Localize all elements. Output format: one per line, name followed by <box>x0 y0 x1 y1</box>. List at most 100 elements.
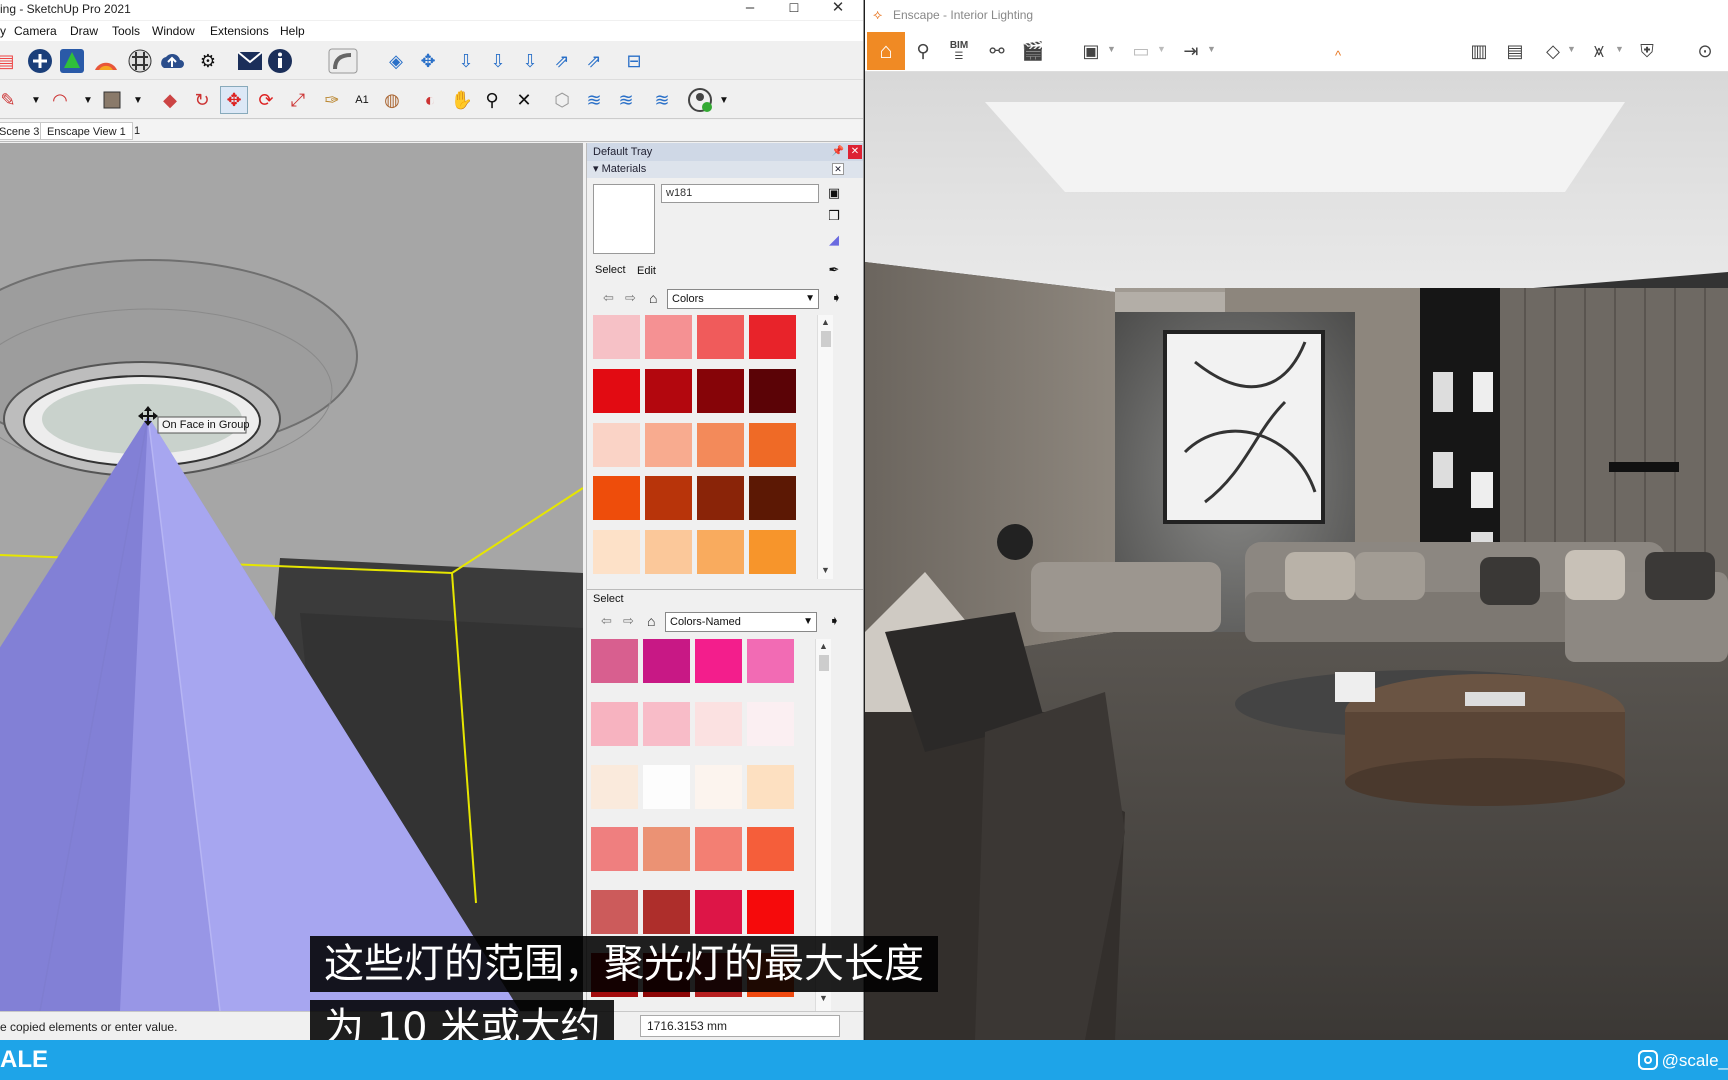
export-dropdown-icon[interactable]: ▼ <box>1207 44 1216 54</box>
export-icon[interactable]: ⇥ <box>1177 38 1205 64</box>
arc-tool-icon[interactable]: ◠ <box>46 86 74 114</box>
menu-item-extensions[interactable]: Extensions <box>210 24 269 38</box>
orbit-icon[interactable]: ◐ <box>416 86 444 114</box>
display-section-icon[interactable]: ⊟ <box>620 47 648 75</box>
gear-icon[interactable]: ⚙ <box>194 47 222 75</box>
info-icon[interactable] <box>266 47 294 75</box>
batch-render-icon[interactable]: ▭ <box>1127 38 1155 64</box>
menu-item-tools[interactable]: Tools <box>112 24 140 38</box>
walk-icon[interactable]: ⇩ <box>516 47 544 75</box>
library-select[interactable]: Colors ▼ <box>667 289 819 309</box>
maximize-button[interactable]: ☐ <box>774 0 814 20</box>
follow-me-icon[interactable] <box>326 47 360 75</box>
pin-icon[interactable]: ⚲ <box>909 38 937 64</box>
color-swatch[interactable] <box>695 764 742 809</box>
color-swatch[interactable] <box>591 827 638 872</box>
scroll-thumb[interactable] <box>819 655 829 671</box>
materials-header[interactable]: ▾ Materials ✕ <box>587 161 863 178</box>
sample-paint-icon[interactable]: ✒ <box>825 261 843 279</box>
cloud-upload-icon[interactable] <box>158 47 186 75</box>
render-image-dropdown-icon[interactable]: ▼ <box>1107 44 1116 54</box>
home-icon[interactable]: ⌂ <box>647 613 655 629</box>
scroll-down-icon[interactable]: ▼ <box>821 565 830 575</box>
color-swatch[interactable] <box>591 701 638 746</box>
home-icon[interactable]: ⌂ <box>867 32 905 70</box>
section-plane-icon[interactable]: ⇗ <box>548 47 576 75</box>
collapse-caret-icon[interactable]: ^ <box>1335 48 1341 63</box>
zoom-extents-icon[interactable]: ✕ <box>510 86 538 114</box>
materials-close-icon[interactable]: ✕ <box>832 163 844 175</box>
default-material-icon[interactable]: ◢ <box>825 231 843 249</box>
color-swatch[interactable] <box>591 764 638 809</box>
color-swatch[interactable] <box>593 476 640 521</box>
outer-shell-icon[interactable]: ≋ <box>580 86 608 114</box>
display-secondary-browser-icon[interactable]: ▣ <box>825 184 843 202</box>
scale-tool-icon[interactable]: ⤢ <box>284 86 312 114</box>
view-cube-dropdown-icon[interactable]: ▼ <box>1567 44 1576 54</box>
forward-arrow-icon[interactable]: ⇨ <box>625 290 636 306</box>
color-swatch[interactable] <box>645 315 692 359</box>
position-camera-icon[interactable]: ⇩ <box>452 47 480 75</box>
material-name-field[interactable]: w181 <box>661 184 819 203</box>
line-tool-icon[interactable]: ✎ <box>0 86 22 114</box>
details-arrow-icon[interactable]: ➧ <box>829 613 840 629</box>
rotate-tool-icon[interactable]: ⟳ <box>252 86 280 114</box>
color-swatch[interactable] <box>697 476 744 521</box>
color-swatch[interactable] <box>697 530 744 575</box>
color-swatch[interactable] <box>749 422 796 467</box>
colors-scrollbar[interactable]: ▲ ▼ <box>817 315 833 579</box>
binoculars-icon[interactable]: ⚯ <box>983 38 1011 64</box>
scene-tab-enscape-view-1[interactable]: Enscape View 1 <box>40 122 133 140</box>
close-button[interactable]: ✕ <box>818 0 858 20</box>
tab-edit[interactable]: Edit <box>637 265 656 277</box>
sandbox-icon[interactable]: ▤ <box>0 47 20 75</box>
tape-measure-icon[interactable]: ✑ <box>318 86 346 114</box>
back-arrow-icon[interactable]: ⇦ <box>601 613 612 629</box>
tray-close-icon[interactable]: ✕ <box>848 145 862 159</box>
menu-item-camera[interactable]: Camera <box>14 24 57 38</box>
color-swatch[interactable] <box>695 827 742 872</box>
color-swatch[interactable] <box>747 890 794 935</box>
color-swatch[interactable] <box>749 368 796 413</box>
3d-warehouse-icon[interactable] <box>58 47 86 75</box>
map-icon[interactable]: ▥ <box>1465 38 1493 64</box>
view-cube-icon[interactable]: ◇ <box>1539 38 1567 64</box>
color-swatch[interactable] <box>749 530 796 575</box>
measurements-box[interactable]: 1716.3153 mm <box>640 1015 840 1037</box>
people-icon[interactable]: ⩙ <box>1585 38 1613 64</box>
color-swatch[interactable] <box>645 422 692 467</box>
push-pull-icon[interactable]: ◈ <box>382 47 410 75</box>
color-swatch[interactable] <box>593 315 640 359</box>
color-swatch[interactable] <box>643 890 690 935</box>
color-swatch[interactable] <box>749 315 796 359</box>
color-swatch[interactable] <box>697 422 744 467</box>
color-swatch[interactable] <box>697 315 744 359</box>
pushpull-tool-icon[interactable]: ◆ <box>156 86 184 114</box>
back-arrow-icon[interactable]: ⇦ <box>603 290 614 306</box>
clapper-icon[interactable]: 🎬 <box>1019 38 1047 64</box>
minimize-button[interactable]: – <box>730 0 770 20</box>
render-image-icon[interactable]: ▣ <box>1077 38 1105 64</box>
menu-item-view-partial[interactable]: y <box>0 24 6 38</box>
mail-icon[interactable] <box>236 47 264 75</box>
paint-bucket-icon[interactable]: ◍ <box>378 86 406 114</box>
color-swatch[interactable] <box>747 701 794 746</box>
color-swatch[interactable] <box>593 368 640 413</box>
text-tool-icon[interactable]: A1 <box>348 86 376 114</box>
checker-icon[interactable] <box>126 47 154 75</box>
scroll-up-icon[interactable]: ▲ <box>821 317 830 327</box>
intersect-icon[interactable]: ≋ <box>612 86 640 114</box>
forward-arrow-icon[interactable]: ⇨ <box>623 613 634 629</box>
user-account-dropdown-icon[interactable]: ▼ <box>710 86 738 114</box>
color-swatch[interactable] <box>645 530 692 575</box>
color-swatch[interactable] <box>643 764 690 809</box>
pin-icon[interactable]: 📌 <box>832 143 844 161</box>
create-material-icon[interactable]: ❒ <box>825 207 843 225</box>
color-swatch[interactable] <box>591 890 638 935</box>
home-icon[interactable]: ⌂ <box>649 290 657 306</box>
menu-item-help[interactable]: Help <box>280 24 305 38</box>
color-swatch[interactable] <box>747 764 794 809</box>
color-swatch[interactable] <box>643 827 690 872</box>
color-swatch[interactable] <box>749 476 796 521</box>
look-around-icon[interactable]: ⇩ <box>484 47 512 75</box>
